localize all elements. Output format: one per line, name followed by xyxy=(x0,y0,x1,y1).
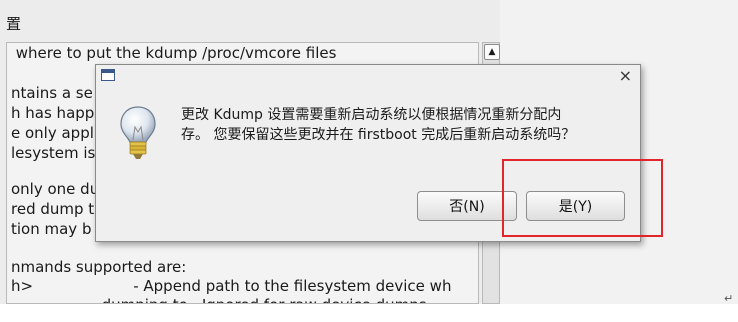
text-line: red dump t xyxy=(11,200,95,218)
text-line: lesystem is xyxy=(11,144,96,162)
text-line: where to put the kdump /proc/vmcore file… xyxy=(11,44,337,62)
text-line: only one du xyxy=(11,180,100,198)
text-line: nmands supported are: xyxy=(11,258,187,276)
window-icon xyxy=(101,69,115,81)
paragraph-mark: ↵ xyxy=(724,292,734,305)
text-line: h> - Append path to the filesystem devic… xyxy=(11,277,452,295)
dialog-message: 更改 Kdump 设置需要重新启动系统以便根据情况重新分配内 存。 您要保留这些… xyxy=(181,105,631,145)
scroll-up-arrow-icon[interactable]: ▲ xyxy=(484,44,500,60)
text-line: tion may b xyxy=(11,220,92,238)
text-line: dumping to. Ignored for raw device dumps… xyxy=(11,296,432,303)
text-line: h has happ xyxy=(11,104,95,122)
lightbulb-icon xyxy=(120,106,156,159)
annotation-highlight-box xyxy=(502,159,663,237)
dialog-message-line-1: 更改 Kdump 设置需要重新启动系统以便根据情况重新分配内 xyxy=(181,107,562,123)
text-line: ntains a se xyxy=(11,84,93,102)
document-page-edge xyxy=(0,304,738,322)
window-title-fragment: 置 xyxy=(6,15,22,33)
text-line: e only appli xyxy=(11,124,99,142)
dialog-message-line-2: 存。 您要保留这些更改并在 firstboot 完成后重新启动系统吗？ xyxy=(181,127,576,143)
close-icon[interactable]: × xyxy=(619,67,632,85)
